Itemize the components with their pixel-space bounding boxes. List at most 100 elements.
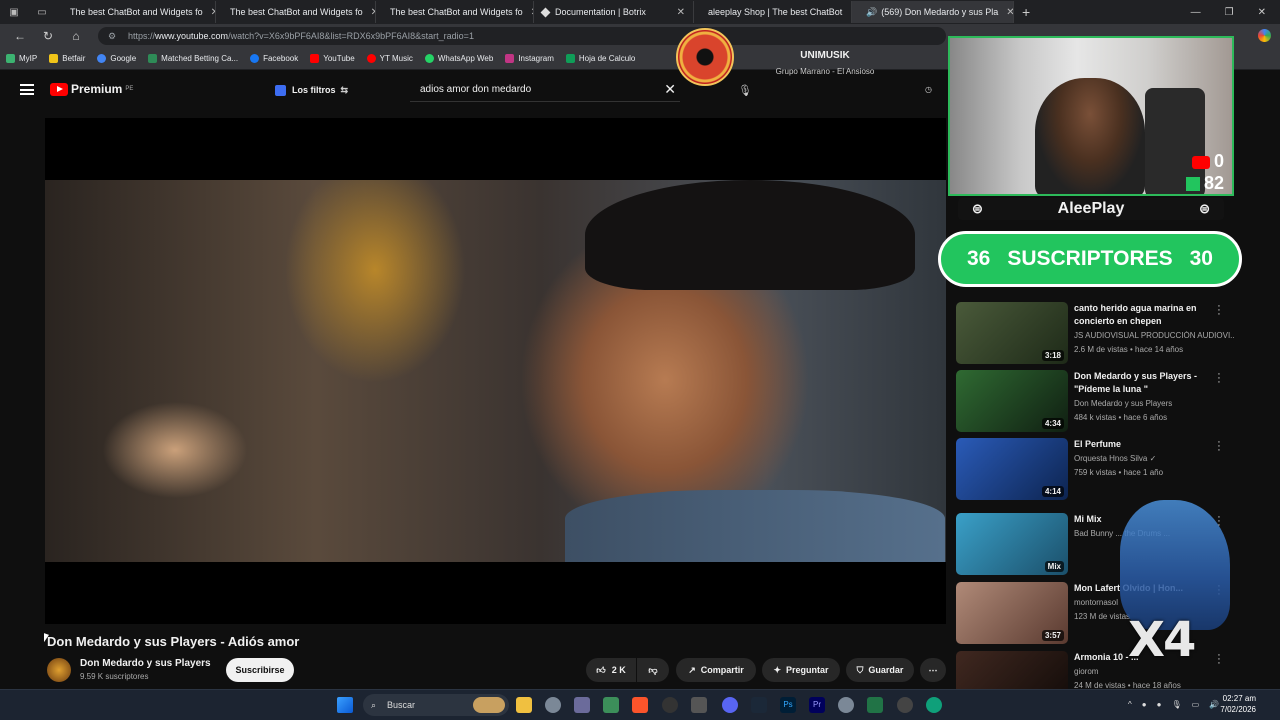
channel-name[interactable]: Don Medardo y sus Players <box>80 658 211 669</box>
microphone-icon[interactable]: 🎙 <box>738 84 752 97</box>
file-explorer-icon[interactable] <box>516 697 532 713</box>
recommendation-meta: 484 k vistas • hace 6 años <box>1074 413 1168 422</box>
profile-icon[interactable] <box>1258 29 1271 42</box>
recommendation-channel[interactable]: JS AUDIOVISUAL PRODUCCIÓN AUDIOVI... <box>1074 331 1234 340</box>
recommendation-channel[interactable]: Don Medardo y sus Players <box>1074 399 1234 408</box>
tab-search-icon[interactable]: ▭ <box>37 7 46 18</box>
reload-icon[interactable]: ↻ <box>38 29 58 43</box>
clear-search-icon[interactable]: ✕ <box>664 81 676 98</box>
app-icon[interactable] <box>662 697 678 713</box>
photoshop-icon[interactable]: Ps <box>780 697 796 713</box>
media-player-icon[interactable] <box>897 697 913 713</box>
dislike-button[interactable]: 👎︎ <box>637 658 669 682</box>
ask-button[interactable]: ✦ Preguntar <box>762 658 840 682</box>
premiere-icon[interactable]: Pr <box>809 697 825 713</box>
hamburger-menu-icon[interactable] <box>20 84 34 95</box>
tray-chevron-icon[interactable]: ^ <box>1128 700 1132 709</box>
tab-2[interactable]: The best ChatBot and Widgets fo✕ <box>216 1 376 23</box>
steam-icon[interactable] <box>751 697 767 713</box>
minimize-icon[interactable]: — <box>1191 7 1201 18</box>
bookmark-matched-betting[interactable]: Matched Betting Ca... <box>148 54 238 63</box>
video-thumbnail[interactable]: 3:57 <box>956 582 1068 644</box>
clock-date: 7/02/2026 <box>1220 705 1256 714</box>
network-icon[interactable]: ▭ <box>1192 700 1200 709</box>
brave-icon[interactable] <box>632 697 648 713</box>
tab-title: The best ChatBot and Widgets fo <box>390 7 523 17</box>
subscribe-button[interactable]: Suscribirse <box>226 658 294 682</box>
duration-badge: 4:14 <box>1041 486 1064 497</box>
volume-icon[interactable]: 🔊 <box>1209 700 1219 709</box>
close-icon[interactable]: ✕ <box>203 7 215 18</box>
window-close-icon[interactable]: ✕ <box>1258 7 1266 18</box>
microphone-icon[interactable]: 🎙 <box>1171 700 1181 709</box>
recommendation-channel[interactable]: Orquesta Hnos Silva ✓ <box>1074 454 1234 463</box>
discord-icon[interactable] <box>722 697 738 713</box>
more-options-icon[interactable]: ··· <box>1214 301 1224 320</box>
video-thumbnail[interactable]: 4:34 <box>956 370 1068 432</box>
bookmark-whatsapp[interactable]: WhatsApp Web <box>424 54 493 63</box>
more-options-icon[interactable]: ··· <box>1214 650 1224 669</box>
bookmark-youtube[interactable]: YouTube <box>310 54 355 63</box>
recommendation-item[interactable]: 4:14 El Perfume Orquesta Hnos Silva ✓ 759 k… <box>956 437 1256 500</box>
speaker-icon[interactable]: 🔊 <box>866 7 877 18</box>
tab-6-active[interactable]: 🔊 (569) Don Medardo y sus Pla ✕ <box>852 1 1014 23</box>
recommendation-item[interactable]: 3:18 canto herido agua marina en conciert… <box>956 301 1256 364</box>
bookmark-facebook[interactable]: Facebook <box>250 54 298 63</box>
close-icon[interactable]: ✕ <box>669 7 685 18</box>
recommendation-channel[interactable]: giorom <box>1074 667 1234 676</box>
search-input[interactable]: adios amor don medardo <box>420 84 531 95</box>
more-options-icon[interactable]: ··· <box>1214 369 1224 388</box>
filters-button[interactable]: Los filtros ⇆ <box>275 81 348 99</box>
close-icon[interactable]: ✕ <box>842 7 851 18</box>
share-button[interactable]: ↗ Compartir <box>676 658 756 682</box>
tab-5[interactable]: aleeplay Shop | The best ChatBot✕ <box>694 1 852 23</box>
url-bar[interactable]: ⚙ https://www.youtube.com/watch?v=X6x9bP… <box>98 27 946 45</box>
back-icon[interactable]: ← <box>10 29 30 43</box>
recommendation-meta: 759 k vistas • hace 1 año <box>1074 468 1164 477</box>
app-icon[interactable] <box>545 697 561 713</box>
close-icon[interactable]: ✕ <box>998 7 1013 18</box>
maximize-icon[interactable]: ❐ <box>1225 7 1234 18</box>
more-actions-button[interactable]: ⋯ <box>920 658 946 682</box>
taskbar-clock[interactable]: 02:27 am 7/02/2026 <box>1220 693 1256 715</box>
video-thumbnail[interactable]: Mix <box>956 513 1068 575</box>
more-options-icon[interactable]: ··· <box>1214 437 1224 456</box>
settings-icon[interactable] <box>838 697 854 713</box>
tab-4[interactable]: Documentation | Botrix ✕ <box>534 1 694 23</box>
video-player[interactable] <box>45 118 946 624</box>
recommendation-item[interactable]: 4:34 Don Medardo y sus Players - "Pídeme … <box>956 369 1256 432</box>
workspaces-icon[interactable]: ▣ <box>9 7 18 18</box>
video-thumbnail[interactable]: 4:14 <box>956 438 1068 500</box>
taskbar-search[interactable]: ⌕ Buscar <box>363 694 509 716</box>
like-button[interactable]: 👍︎ 2 K <box>586 658 636 682</box>
tab-3[interactable]: The best ChatBot and Widgets fo✕ <box>376 1 534 23</box>
bookmark-google[interactable]: Google <box>97 54 136 63</box>
tray-app-icon[interactable]: ● <box>1157 700 1162 709</box>
save-button[interactable]: ⛉ Guardar <box>846 658 914 682</box>
app-icon[interactable] <box>603 697 619 713</box>
tray-app-icon[interactable]: ● <box>1142 700 1147 709</box>
bookmark-instagram[interactable]: Instagram <box>505 54 554 63</box>
home-icon[interactable]: ⌂ <box>66 29 86 43</box>
youtube-premium-logo[interactable]: Premium PE <box>50 82 133 96</box>
site-info-icon[interactable]: ⚙ <box>108 27 116 45</box>
windows-start-icon[interactable] <box>337 697 353 713</box>
bookmark-betfair[interactable]: Betfair <box>49 54 85 63</box>
search-bar[interactable]: adios amor don medardo ✕ <box>410 78 680 102</box>
new-tab-button[interactable]: + <box>1022 4 1030 20</box>
recommendation-title[interactable]: El Perfume <box>1074 438 1234 451</box>
close-icon[interactable]: ✕ <box>523 7 533 18</box>
bookmark-yt-music[interactable]: YT Music <box>366 54 413 63</box>
bookmark-myip[interactable]: MyIP <box>6 54 37 63</box>
close-icon[interactable]: ✕ <box>363 7 375 18</box>
tab-1[interactable]: The best ChatBot and Widgets fo✕ <box>56 1 216 23</box>
app-icon[interactable] <box>691 697 707 713</box>
edge-icon[interactable] <box>926 697 942 713</box>
spreadsheet-icon[interactable] <box>867 697 883 713</box>
channel-avatar[interactable] <box>47 658 71 682</box>
recommendation-title[interactable]: Don Medardo y sus Players - "Pídeme la l… <box>1074 370 1234 396</box>
bookmark-hoja-calculo[interactable]: Hoja de Calculo <box>565 54 635 63</box>
recommendation-title[interactable]: canto herido agua marina en concierto en… <box>1074 302 1234 328</box>
video-thumbnail[interactable]: 3:18 <box>956 302 1068 364</box>
app-icon[interactable] <box>574 697 590 713</box>
